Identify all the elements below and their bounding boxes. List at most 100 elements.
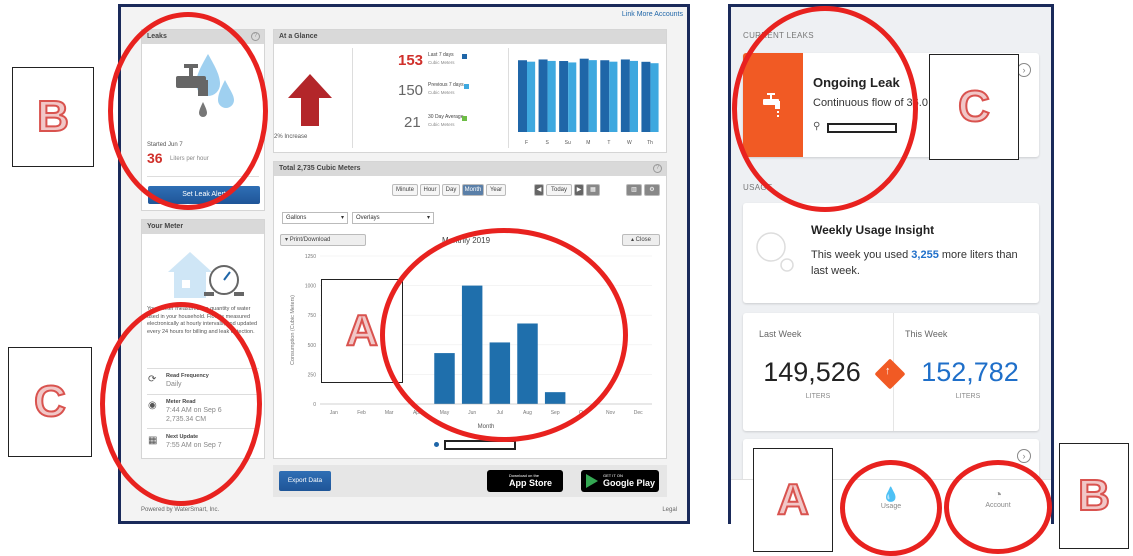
- settings-icon[interactable]: ⚙: [644, 184, 660, 196]
- label-c-right-text: C: [957, 81, 991, 132]
- x-tick-label: Mar: [385, 410, 394, 416]
- google-play-badge[interactable]: GET IT ON Google Play: [581, 470, 659, 492]
- last7-label: Last 7 days: [428, 52, 454, 58]
- period-hour-button[interactable]: Hour: [420, 184, 440, 196]
- pager-dot[interactable]: [434, 442, 439, 447]
- last-week-unit: LITERS: [805, 393, 831, 400]
- avg-value: 21: [404, 114, 421, 131]
- period-day-button[interactable]: Day: [442, 184, 460, 196]
- caret-down-icon: ▾: [340, 215, 344, 221]
- last7-unit: Cubic Meters: [428, 60, 455, 65]
- x-tick-label: Nov: [606, 410, 615, 416]
- prev7-label: Previous 7 days: [428, 82, 464, 88]
- glance-bar-previous: [547, 60, 556, 133]
- caret-down-icon: ▾: [426, 215, 430, 221]
- export-data-button[interactable]: Export Data: [279, 471, 331, 491]
- glance-bar-current: [620, 59, 630, 132]
- y-tick-label: 250: [308, 372, 317, 378]
- last-week-value: 149,526: [763, 357, 861, 387]
- last-week-label: Last Week: [759, 329, 802, 339]
- app-store-badge[interactable]: Download on the App Store: [487, 470, 563, 492]
- label-b-left: B: [12, 67, 94, 167]
- period-selector: Minute Hour Day Month Year: [392, 184, 522, 196]
- glance-bar-current: [518, 60, 527, 132]
- highlight-ring-b-right: [944, 460, 1052, 554]
- y-tick-label: 750: [308, 313, 317, 319]
- avg-swatch: [462, 116, 467, 121]
- insight-number: 3,255: [911, 249, 939, 261]
- label-b-right: B: [1059, 443, 1129, 549]
- period-month-button[interactable]: Month: [462, 184, 484, 196]
- label-a-right: A: [753, 448, 833, 552]
- glance-day-label: F: [525, 140, 528, 146]
- avg-label: 30 Day Average: [428, 114, 464, 120]
- avg-unit: Cubic Meters: [428, 122, 455, 127]
- label-c-left: C: [8, 347, 92, 457]
- prev-arrow-icon[interactable]: ◀: [534, 184, 544, 196]
- bar-chart-icon[interactable]: ▥: [626, 184, 642, 196]
- glance-day-label: S: [545, 140, 549, 146]
- bottom-bar: Export Data Download on the App Store GE…: [273, 465, 667, 497]
- print-download-button[interactable]: ▾ Print/Download: [280, 234, 366, 246]
- weekly-insight-card[interactable]: Weekly Usage Insight This week you used …: [743, 203, 1039, 303]
- glance-bar-previous: [568, 62, 577, 132]
- next-arrow-icon[interactable]: ▶: [574, 184, 584, 196]
- this-week-unit: LITERS: [955, 393, 981, 400]
- glance-day-label: Su: [565, 140, 571, 146]
- highlight-ring-c-left: [100, 302, 262, 506]
- help-icon[interactable]: ?: [653, 164, 662, 173]
- label-a-left-text: A: [345, 305, 379, 356]
- footer-powered: Powered by WaterSmart, Inc.: [141, 507, 220, 513]
- google-play-label: Google Play: [603, 478, 656, 488]
- meter-panel-title: Your Meter: [142, 220, 264, 234]
- period-minute-button[interactable]: Minute: [392, 184, 418, 196]
- glance-bar-current: [579, 58, 589, 132]
- chevron-right-icon[interactable]: ›: [1017, 63, 1031, 77]
- footer-legal[interactable]: Legal: [662, 507, 677, 513]
- glance-day-label: M: [586, 140, 590, 146]
- glance-bar-current: [600, 60, 610, 132]
- glance-day-label: T: [607, 140, 610, 146]
- calendar-icon[interactable]: ▦: [586, 184, 600, 196]
- glance-title: At a Glance: [274, 30, 666, 44]
- divider: [508, 48, 509, 148]
- week-compare-card: Last Week This Week 149,526 152,782 ↑ LI…: [743, 313, 1039, 431]
- unit-select-value: Gallons: [286, 215, 307, 221]
- play-icon: [586, 474, 598, 493]
- weekly-glance-chart: F S Su M T W Th: [518, 58, 659, 146]
- x-tick-label: Feb: [357, 410, 366, 416]
- glance-day-label: Th: [647, 140, 653, 146]
- overlays-select[interactable]: Overlays ▾: [352, 212, 434, 224]
- glance-bar-previous: [629, 60, 638, 133]
- insight-title: Weekly Usage Insight: [811, 223, 935, 237]
- y-axis-label: Consumption (Cubic Meters): [290, 295, 296, 365]
- help-icon[interactable]: ?: [251, 32, 260, 41]
- label-b-right-text: B: [1077, 470, 1111, 521]
- glance-bar-current: [559, 61, 569, 132]
- glance-bar-current: [641, 61, 651, 132]
- print-download-label: Print/Download: [289, 237, 331, 243]
- this-week-value: 152,782: [921, 357, 1019, 387]
- overlays-select-value: Overlays: [356, 215, 380, 221]
- period-year-button[interactable]: Year: [486, 184, 506, 196]
- divider: [352, 48, 353, 148]
- last7-value: 153: [398, 52, 424, 69]
- insight-text: This week you used 3,255 more liters tha…: [811, 247, 1033, 279]
- prev7-unit: Cubic Meters: [428, 90, 455, 95]
- this-week-label: This Week: [905, 329, 948, 339]
- link-more-accounts[interactable]: Link More Accounts: [622, 11, 683, 18]
- glance-bar-current: [538, 59, 548, 132]
- unit-select[interactable]: Gallons ▾: [282, 212, 348, 224]
- highlight-ring-c-right: [732, 6, 918, 212]
- y-tick-label: 0: [313, 402, 316, 408]
- close-button[interactable]: ▴ Close: [622, 234, 660, 246]
- x-tick-label: Jan: [330, 410, 338, 416]
- last7-swatch: [462, 54, 467, 59]
- glance-bar-previous: [588, 60, 597, 132]
- label-a-right-text: A: [776, 474, 810, 525]
- highlight-ring-a-left: [380, 228, 628, 442]
- today-button[interactable]: Today: [546, 184, 572, 196]
- chevron-right-icon[interactable]: ›: [1017, 449, 1031, 463]
- y-tick-label: 1250: [305, 254, 316, 260]
- glance-day-label: W: [627, 140, 632, 146]
